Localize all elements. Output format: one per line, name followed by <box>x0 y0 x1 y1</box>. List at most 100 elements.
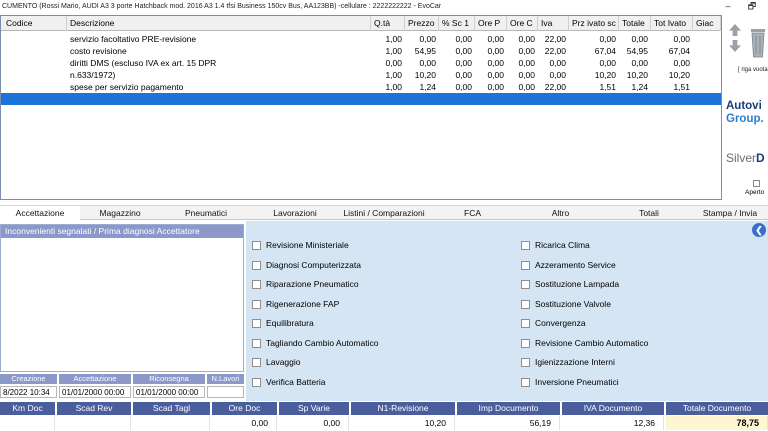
column-header-code[interactable]: Codice <box>3 16 67 31</box>
checkbox[interactable] <box>521 280 530 289</box>
checkbox[interactable] <box>252 377 261 387</box>
cell-hours-p: 0,00 <box>487 34 504 44</box>
cell-price-vat: 1,51 <box>599 82 616 92</box>
cell-hours-c: 0,00 <box>518 58 535 68</box>
checkbox[interactable] <box>521 260 530 270</box>
maximize-icon[interactable]: 🗗 <box>746 1 758 12</box>
table-row[interactable]: n.633/1972) 1,00 10,20 0,00 0,00 0,00 0,00 10,2… <box>1 69 721 81</box>
column-header-price[interactable]: Prezzo <box>405 16 439 31</box>
date-header-delivery: Riconsegna <box>133 374 205 384</box>
tab-stampa-invia[interactable]: Stampa / Invia <box>692 206 768 220</box>
cell-hours-p: 0,00 <box>487 82 504 92</box>
totals-bar: Km Doc Scad Rev Scad Tagl Ore Doc 0,00 Sp Var… <box>0 402 768 431</box>
tab-listini-comparazioni[interactable]: Listini / Comparazioni <box>338 206 430 220</box>
tab-totali[interactable]: Totali <box>606 206 692 220</box>
column-header-description[interactable]: Descrizione <box>67 16 371 31</box>
cell-description: spese per servizio pagamento <box>70 82 184 92</box>
checkbox[interactable] <box>252 319 261 328</box>
checkbox-label: Lavaggio <box>266 357 301 367</box>
table-row[interactable] <box>1 93 721 105</box>
tab-accettazione[interactable]: Accettazione <box>0 206 80 220</box>
table-row[interactable]: spese per servizio pagamento 1,00 1,24 0,00… <box>1 81 721 93</box>
column-header-hours-p[interactable]: Ore P <box>475 16 507 31</box>
checkbox[interactable] <box>252 280 261 289</box>
cell-hours-p: 0,00 <box>487 70 504 80</box>
cell-total <box>619 93 651 105</box>
cell-vat <box>538 93 569 105</box>
checkbox-label: Azzeramento Service <box>535 259 616 270</box>
checkbox-label: Ricarica Clima <box>535 240 590 250</box>
cell-code <box>3 81 67 93</box>
cell-hours-c <box>507 93 538 105</box>
move-up-icon[interactable] <box>729 24 741 36</box>
minimize-icon[interactable]: – <box>722 1 734 12</box>
checkbox[interactable] <box>521 358 530 367</box>
window-title: CUMENTO (Rossi Mario, AUDI A3 3 porte Ha… <box>2 3 442 10</box>
cell-total-vat <box>651 93 693 105</box>
cell-code <box>3 69 67 81</box>
cell-stock <box>693 93 721 105</box>
tab-lavorazioni[interactable]: Lavorazioni <box>252 206 338 220</box>
table-row[interactable]: servizio facoltativo PRE-revisione 1,00 0,… <box>1 33 721 45</box>
move-down-icon[interactable] <box>729 40 741 52</box>
date-field-acceptance[interactable]: 01/01/2000 00:00 <box>59 386 131 398</box>
column-header-total[interactable]: Totale <box>619 16 651 31</box>
aperto-checkbox[interactable] <box>753 180 760 187</box>
checkbox[interactable] <box>252 241 261 250</box>
checkbox[interactable] <box>252 299 261 309</box>
tab-bar: Accettazione Magazzino Pneumatici Lavorazio… <box>0 205 768 220</box>
cell-qty: 1,00 <box>385 70 402 80</box>
column-header-discount[interactable]: % Sc 1 <box>439 16 475 31</box>
diagnosis-panel: Inconvenienti segnalati / Prima diagnosi… <box>0 224 244 372</box>
back-arrow-icon[interactable]: ❮ <box>752 223 766 237</box>
cell-description: diritti DMS (escluso IVA ex art. 15 DPR <box>70 58 217 68</box>
checkbox[interactable] <box>252 338 261 348</box>
checkbox[interactable] <box>521 377 530 387</box>
checkbox-label: Rigenerazione FAP <box>266 298 340 309</box>
services-checklist: ❮ Revisione Ministeriale Diagnosi Compute… <box>246 221 768 401</box>
column-header-price-vat[interactable]: Prz ivato sc <box>569 16 619 31</box>
document-lines-grid[interactable]: Codice Descrizione Q.tà Prezzo% Sc 1 Ore P Or… <box>0 15 722 200</box>
checkbox[interactable] <box>521 241 530 250</box>
date-header-jobs-count: N.Lavori <box>207 374 244 384</box>
total-value-iva-documento: 12,36 <box>562 416 664 430</box>
checkbox[interactable] <box>521 299 530 309</box>
date-field-jobs-count[interactable] <box>207 386 244 398</box>
cell-price-vat: 67,04 <box>594 46 616 56</box>
checkbox[interactable] <box>521 319 530 328</box>
tab-altro[interactable]: Altro <box>515 206 606 220</box>
column-header-total-vat[interactable]: Tot Ivato <box>651 16 693 31</box>
cell-total: 10,20 <box>626 70 648 80</box>
cell-vat: 22,00 <box>544 34 566 44</box>
checkbox[interactable] <box>252 358 261 367</box>
cell-qty: 1,00 <box>385 82 402 92</box>
cell-discount <box>439 93 475 105</box>
column-header-stock[interactable]: Giac <box>693 16 721 31</box>
date-field-delivery[interactable]: 01/01/2000 00:00 <box>133 386 205 398</box>
column-header-qty[interactable]: Q.tà <box>371 16 405 31</box>
checkbox[interactable] <box>521 338 530 348</box>
diagnosis-textarea[interactable] <box>1 238 243 370</box>
tab-fca[interactable]: FCA <box>430 206 515 220</box>
column-header-vat[interactable]: Iva <box>538 16 569 31</box>
checkbox-label: Verifica Batteria <box>266 376 326 387</box>
date-field-creation[interactable]: 8/2022 10:34 <box>0 386 57 398</box>
checkbox[interactable] <box>252 260 261 270</box>
total-value-scad-tagl <box>133 416 210 430</box>
cell-hours-c: 0,00 <box>518 70 535 80</box>
trash-icon[interactable] <box>749 23 767 61</box>
cell-qty: 1,00 <box>385 34 402 44</box>
cell-description: costo revisione <box>70 46 127 56</box>
cell-description <box>67 93 371 105</box>
table-row[interactable]: costo revisione 1,00 54,95 0,00 0,00 0,00 22,0… <box>1 45 721 57</box>
cell-qty: 1,00 <box>385 46 402 56</box>
checkbox-label: Equilibratura <box>266 318 314 328</box>
checkbox-label: Diagnosi Computerizzata <box>266 259 361 270</box>
tab-pneumatici[interactable]: Pneumatici <box>160 206 252 220</box>
table-row[interactable]: diritti DMS (escluso IVA ex art. 15 DPR 0… <box>1 57 721 69</box>
tab-magazzino[interactable]: Magazzino <box>80 206 160 220</box>
column-header-hours-c[interactable]: Ore C <box>507 16 538 31</box>
total-header-totale-documento: Totale Documento <box>666 402 768 415</box>
total-header-scad-tagl: Scad Tagl <box>133 402 210 415</box>
cell-stock <box>693 57 721 69</box>
